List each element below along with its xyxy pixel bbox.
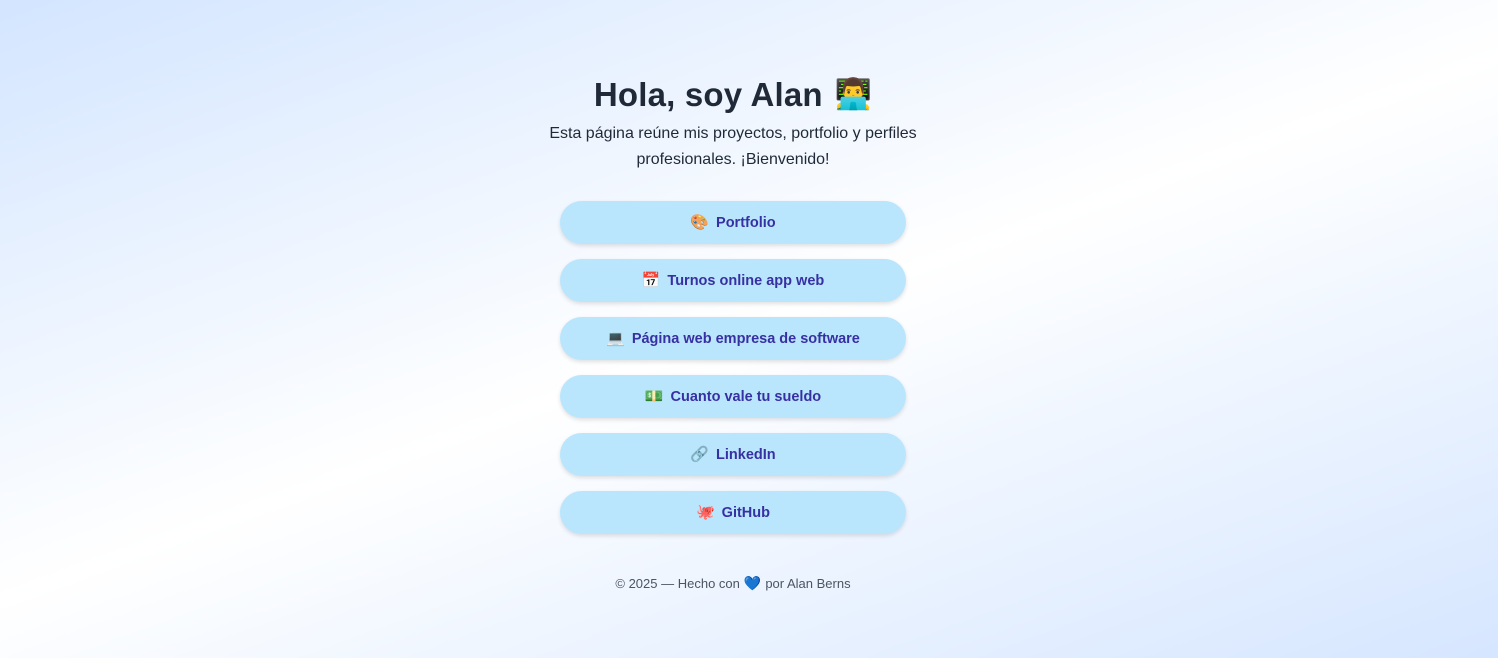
technologist-icon: 👨‍💻 <box>834 77 873 112</box>
link-label: Página web empresa de software <box>631 330 860 347</box>
page-title: Hola, soy Alan <box>593 76 823 113</box>
link-label: Turnos online app web <box>667 272 825 289</box>
portfolio-link-button[interactable]: 🎨 Portfolio <box>560 201 906 244</box>
page-subtitle: Esta página reúne mis proyectos, portfol… <box>549 125 917 168</box>
linkedin-link-button[interactable]: 🔗 LinkedIn <box>560 433 906 476</box>
link-label: GitHub <box>721 504 770 521</box>
turnos-online-link-button[interactable]: 📅 Turnos online app web <box>560 259 906 302</box>
calendar-icon: 📅 <box>641 272 661 289</box>
software-company-link-button[interactable]: 💻 Página web empresa de software <box>560 317 906 360</box>
link-label: LinkedIn <box>716 446 776 463</box>
salary-link-button[interactable]: 💵 Cuanto vale tu sueldo <box>560 375 906 418</box>
palette-icon: 🎨 <box>690 214 710 231</box>
page-container: Hola, soy Alan 👨‍💻 Esta página reúne mis… <box>0 0 1466 658</box>
page-heading: Hola, soy Alan 👨‍💻 <box>0 76 1466 114</box>
footer-suffix: por Alan Berns <box>765 576 851 591</box>
heart-icon: 💙 <box>743 575 762 591</box>
footer-prefix: © 2025 — Hecho con <box>615 576 740 591</box>
page-footer: © 2025 — Hecho con 💙 por Alan Berns <box>0 575 1466 592</box>
money-icon: 💵 <box>644 388 664 405</box>
octopus-icon: 🐙 <box>695 504 715 521</box>
link-label: Cuanto vale tu sueldo <box>670 388 822 405</box>
github-link-button[interactable]: 🐙 GitHub <box>560 491 906 534</box>
laptop-icon: 💻 <box>606 330 625 347</box>
link-icon: 🔗 <box>690 446 710 463</box>
link-label: Portfolio <box>716 214 776 231</box>
link-list: 🎨 Portfolio 📅 Turnos online app web 💻 Pá… <box>560 201 906 534</box>
